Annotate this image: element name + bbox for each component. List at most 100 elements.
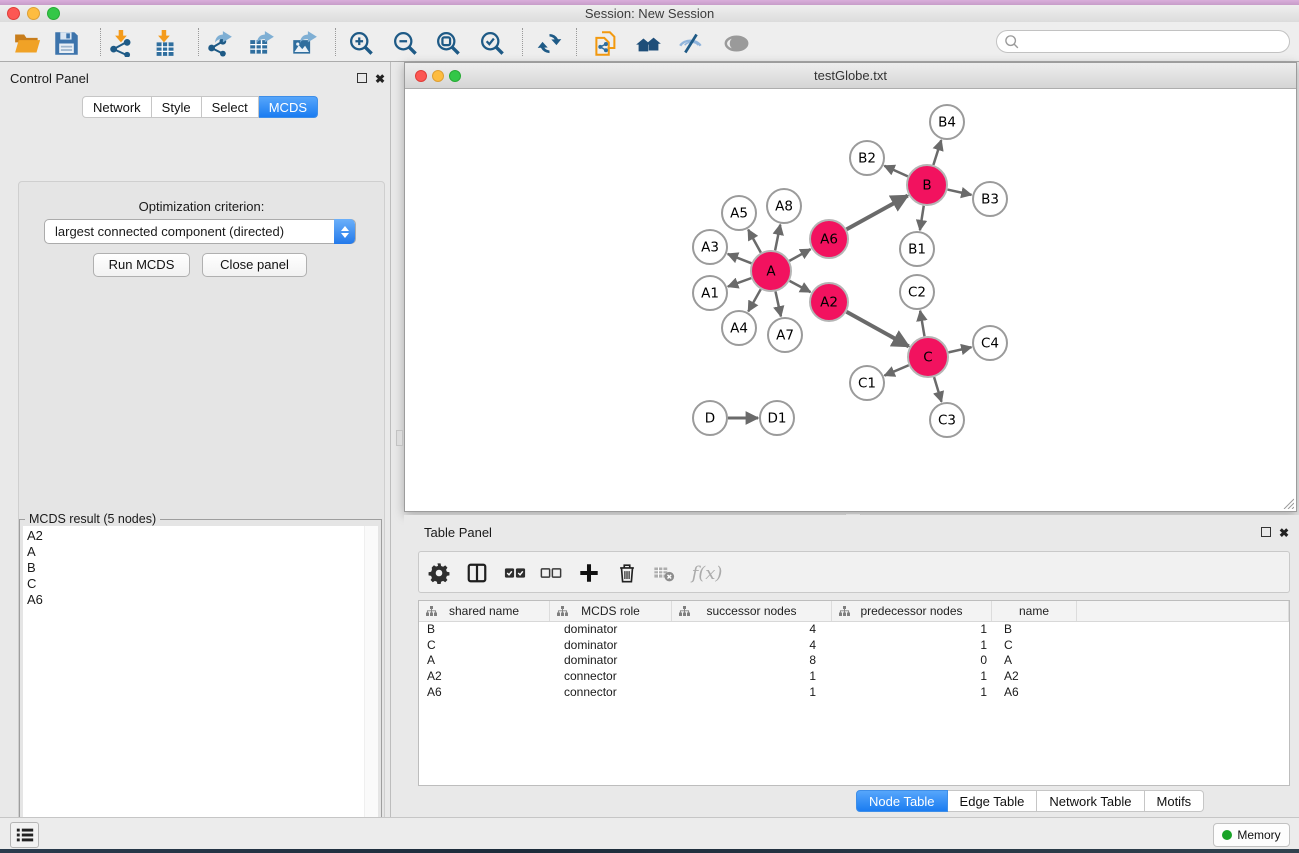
clone-network-icon[interactable] [589,26,623,60]
vertical-splitter-handle[interactable] [396,430,403,446]
result-item-a[interactable]: A [27,544,364,560]
table-close-icon[interactable]: ✖ [1279,527,1289,539]
node-label-B3: B3 [981,192,999,208]
result-item-b[interactable]: B [27,560,364,576]
column-header-label: name [1019,604,1049,618]
node-label-A2: A2 [820,295,838,311]
edge-A-A8[interactable] [775,225,780,251]
node-label-C1: C1 [858,376,876,392]
table-row[interactable]: Adominator80A [419,653,1289,669]
edge-C-C2[interactable] [920,311,924,337]
tab-style[interactable]: Style [152,96,202,118]
network-canvas[interactable]: AA1A3A5A8A4A7A6A2BB1B2B3B4CC1C2C3C4DD1 [406,89,1295,510]
result-scrollbar[interactable] [364,526,378,853]
node-label-A3: A3 [701,240,719,256]
table-row[interactable]: Bdominator41B [419,622,1289,638]
mcds-result-title: MCDS result (5 nodes) [25,512,160,526]
edge-A-A5[interactable] [748,230,761,253]
close-panel-button[interactable]: Close panel [202,253,307,277]
zoom-in-icon[interactable] [344,26,378,60]
cell-shared-name: A [419,653,550,669]
open-session-icon[interactable] [10,26,44,60]
result-item-a2[interactable]: A2 [27,528,364,544]
table-header-row: shared nameMCDS rolesuccessor nodesprede… [419,601,1289,622]
edge-A-A7[interactable] [775,292,780,317]
edge-A-A2[interactable] [790,281,811,292]
network-view-window: testGlobe.txt AA1A3A5A8A4A7A6A2BB1B2B3B4… [404,62,1297,512]
import-network-icon[interactable] [104,26,138,60]
show-all-icon[interactable] [719,26,753,60]
cell-shared-name: A6 [419,685,550,701]
function-builder-icon[interactable]: f(x) [687,559,727,587]
result-item-a6[interactable]: A6 [27,592,364,608]
control-panel-tabs: NetworkStyleSelectMCDS [82,96,318,118]
criterion-dropdown[interactable]: largest connected component (directed) [44,219,356,244]
column-header-mcds-role[interactable]: MCDS role [550,601,672,621]
tab-motifs[interactable]: Motifs [1145,790,1205,812]
select-all-icon[interactable] [501,559,529,587]
show-panels-list-button[interactable] [10,822,39,848]
delete-table-icon[interactable] [650,559,678,587]
save-session-icon[interactable] [49,26,83,60]
refresh-icon[interactable] [532,26,566,60]
zoom-fit-icon[interactable] [431,26,465,60]
table-type-tabs: Node TableEdge TableNetwork TableMotifs [856,790,1204,812]
tab-edge-table[interactable]: Edge Table [948,790,1038,812]
export-network-icon[interactable] [202,26,236,60]
table-settings-icon[interactable] [425,559,453,587]
float-panel-icon[interactable] [357,73,367,83]
edge-B-B1[interactable] [920,206,924,230]
deselect-all-icon[interactable] [537,559,565,587]
window-resize-grip[interactable] [1281,496,1294,509]
edge-A-A6[interactable] [789,249,810,261]
control-panel-title: Control Panel [10,71,89,86]
table-row[interactable]: Cdominator41C [419,638,1289,654]
import-table-icon[interactable] [147,26,181,60]
cell-predecessor-nodes: 0 [832,653,992,669]
tab-node-table[interactable]: Node Table [856,790,948,812]
table-float-icon[interactable] [1261,527,1271,537]
edge-B-B3[interactable] [947,190,971,195]
cell-successor-nodes: 1 [672,685,832,701]
search-input[interactable] [1021,33,1289,51]
zoom-out-icon[interactable] [388,26,422,60]
mcds-result-box: MCDS result (5 nodes) A2ABCA6 [19,519,382,853]
tab-select[interactable]: Select [202,96,259,118]
node-label-C4: C4 [981,336,999,352]
delete-column-icon[interactable] [613,559,641,587]
edge-A-A1[interactable] [728,278,751,286]
edge-C-C1[interactable] [884,365,908,375]
first-neighbors-icon[interactable] [631,26,665,60]
edge-B-B2[interactable] [884,166,908,177]
table-row[interactable]: A6connector11A6 [419,685,1289,701]
zoom-selected-icon[interactable] [475,26,509,60]
edge-C-C3[interactable] [934,377,941,402]
edge-A2-C[interactable] [846,312,908,347]
run-mcds-button[interactable]: Run MCDS [93,253,190,277]
edge-B-B4[interactable] [933,140,941,165]
hide-selected-icon[interactable] [674,26,708,60]
edge-A6-B[interactable] [847,196,908,230]
export-table-icon[interactable] [244,26,278,60]
column-header-successor-nodes[interactable]: successor nodes [672,601,832,621]
cell-successor-nodes: 4 [672,622,832,638]
result-item-c[interactable]: C [27,576,364,592]
close-panel-icon[interactable]: ✖ [375,73,385,85]
column-header-name[interactable]: name [992,601,1077,621]
column-header-predecessor-nodes[interactable]: predecessor nodes [832,601,992,621]
edge-A-A3[interactable] [728,254,752,263]
edge-C-C4[interactable] [948,347,971,352]
tab-network[interactable]: Network [82,96,152,118]
add-column-icon[interactable] [575,559,603,587]
tab-network-table[interactable]: Network Table [1037,790,1144,812]
edge-A-A4[interactable] [748,289,760,311]
export-image-icon[interactable] [287,26,321,60]
node-label-B: B [922,178,931,194]
network-window-titlebar[interactable]: testGlobe.txt [405,63,1296,89]
tab-mcds[interactable]: MCDS [259,96,318,118]
table-row[interactable]: A2connector11A2 [419,669,1289,685]
memory-button[interactable]: Memory [1213,823,1290,847]
node-table: shared nameMCDS rolesuccessor nodesprede… [418,600,1290,786]
column-header-shared-name[interactable]: shared name [419,601,550,621]
column-visibility-icon[interactable] [463,559,491,587]
